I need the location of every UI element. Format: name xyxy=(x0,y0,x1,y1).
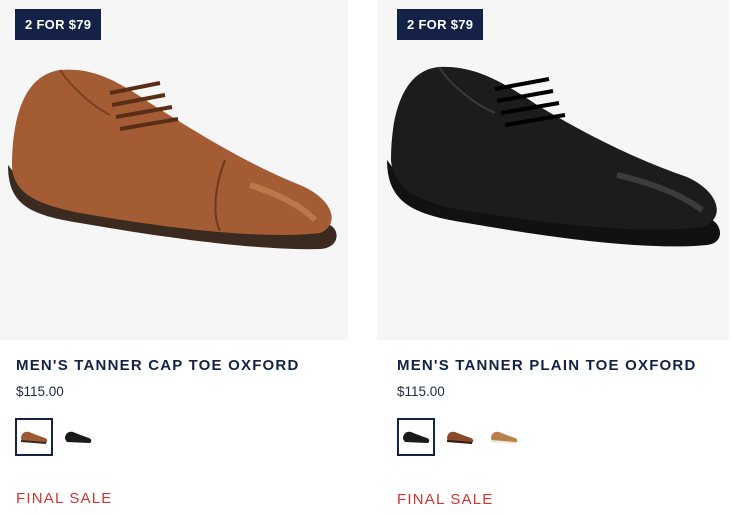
swatch-tan[interactable] xyxy=(485,418,523,456)
swatch-brown[interactable] xyxy=(15,418,53,456)
tan-shoe-thumbnail xyxy=(490,431,518,444)
black-shoe-thumbnail xyxy=(65,431,92,443)
product-title[interactable]: MEN'S TANNER PLAIN TOE OXFORD xyxy=(397,357,697,374)
black-shoe-thumbnail xyxy=(403,431,430,443)
final-sale-label: FINAL SALE xyxy=(397,491,494,508)
promo-badge: 2 FOR $79 xyxy=(397,9,484,40)
brown-shoe-thumbnail xyxy=(20,431,48,444)
promo-badge: 2 FOR $79 xyxy=(15,9,102,40)
product-image-cap-toe-oxford[interactable]: 2 FOR $79 xyxy=(0,0,348,340)
black-oxford-shoe-image xyxy=(387,66,721,247)
product-image-plain-toe-oxford[interactable]: 2 FOR $79 xyxy=(377,0,729,340)
swatch-dark-brown[interactable] xyxy=(441,418,479,456)
dark-brown-shoe-thumbnail xyxy=(446,431,474,444)
final-sale-label: FINAL SALE xyxy=(16,490,113,507)
product-card-plain-toe-oxford: 2 FOR $79 MEN'S TANNER PLAIN TOE OXFORD … xyxy=(377,0,729,515)
product-card-cap-toe-oxford: 2 FOR $79 MEN'S TANNER CAP TOE OXFORD $1… xyxy=(0,0,348,515)
swatch-black[interactable] xyxy=(397,418,435,456)
color-swatches xyxy=(15,418,97,456)
product-price: $115.00 xyxy=(397,384,445,399)
brown-oxford-shoe-image xyxy=(8,69,337,250)
product-price: $115.00 xyxy=(16,384,64,399)
color-swatches xyxy=(397,418,523,456)
swatch-black[interactable] xyxy=(59,418,97,456)
product-title[interactable]: MEN'S TANNER CAP TOE OXFORD xyxy=(16,357,300,374)
